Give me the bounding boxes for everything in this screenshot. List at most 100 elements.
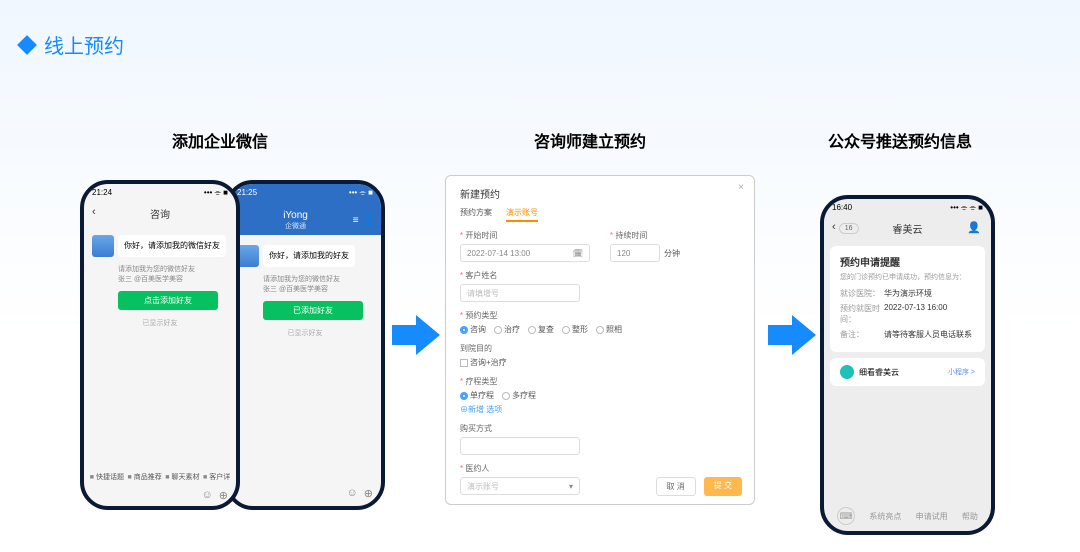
notification-card[interactable]: 预约申请提醒 您的门诊预约已申请成功，预约信息为： 就诊医院：华为演示环境 预约…	[830, 246, 985, 352]
miniprogram-link[interactable]: 细看睿美云 小程序 >	[830, 358, 985, 386]
chat-title: 咨询	[150, 210, 170, 221]
type-treatment[interactable]: 治疗	[494, 324, 520, 335]
purpose-label: 到院目的	[460, 343, 740, 354]
status-signal: ••• ⌯ ⌯ ■	[950, 203, 983, 213]
flow-arrow-icon	[392, 315, 440, 355]
app-header: ‹ iYong 企微通 ≡ 👤	[229, 202, 381, 235]
emoji-icon[interactable]: ☺	[202, 489, 213, 502]
pay-input[interactable]	[460, 437, 580, 455]
doctor-label: 医约人	[460, 463, 740, 474]
bottom-tabs: 快捷话题 商品推荐 聊天素材 客户详	[84, 472, 236, 482]
add-option-link[interactable]: ⊕新增 选项	[460, 404, 740, 415]
start-time-input[interactable]: 2022-07-14 13:00 🗓	[460, 244, 590, 262]
phone-mockup-official-account: 16:40 ••• ⌯ ⌯ ■ ‹ 16 睿美云 👤 预约申请提醒 您的门诊预约…	[820, 195, 995, 535]
contact-note: 请添加我为您的微信好友 张三 @百美医学美容	[118, 265, 228, 285]
added-friend-button[interactable]: 已添加好友	[263, 301, 363, 320]
customer-label: 客户姓名	[460, 270, 740, 281]
phone-mockup-enterprise-wechat: 21:25 ••• ⌯ ■ ‹ iYong 企微通 ≡ 👤 你好，请添加我的好友…	[225, 180, 385, 510]
history-hint: 已显示好友	[237, 328, 373, 338]
miniprogram-logo-icon	[840, 365, 854, 379]
status-time: 21:25	[237, 188, 257, 198]
card-title: 预约申请提醒	[840, 254, 975, 269]
app-subtitle: 企微通	[238, 221, 352, 231]
modal-title: 新建预约	[460, 186, 740, 201]
phone-mockup-wechat-chat: 21:24 ••• ⌯ ■ ‹ 咨询 你好，请添加我的微信好友 请添加我为您的微…	[80, 180, 240, 510]
pay-label: 购买方式	[460, 423, 740, 434]
section-title-row: 线上预约	[20, 30, 124, 59]
modal-tabs: 预约方案 演示账号	[460, 207, 740, 222]
chevron-down-icon: ▾	[569, 482, 573, 491]
purpose-option[interactable]: 咨询+治疗	[460, 357, 507, 368]
step2-title: 咨询师建立预约	[500, 128, 680, 152]
emoji-icon[interactable]: ☺	[347, 487, 358, 500]
chat-body: 你好，请添加我的好友 请添加我为您的微信好友 张三 @百美医学美容 已添加好友 …	[229, 235, 381, 348]
doctor-select[interactable]: 演示账号 ▾	[460, 477, 580, 495]
back-icon[interactable]: ‹	[92, 206, 96, 218]
duration-unit: 分钟	[664, 248, 680, 259]
keyboard-icon[interactable]: ⌨	[837, 507, 855, 525]
add-friend-button[interactable]: 点击添加好友	[118, 291, 218, 310]
close-icon[interactable]: ×	[738, 182, 744, 193]
status-signal: ••• ⌯ ■	[349, 188, 373, 198]
status-time: 16:40	[832, 203, 852, 213]
step3-title: 公众号推送预约信息	[810, 128, 990, 152]
miniprogram-name: 细看睿美云	[859, 367, 899, 378]
menu-trial[interactable]: 申请试用	[916, 511, 948, 522]
card-subtitle: 您的门诊预约已申请成功，预约信息为：	[840, 272, 975, 282]
chat-message: 你好，请添加我的好友	[237, 245, 373, 267]
input-icons: ☺ ⊕	[347, 487, 373, 500]
tab-products[interactable]: 商品推荐	[128, 472, 162, 482]
back-icon[interactable]: ‹ 16	[832, 221, 859, 234]
chat-body: 你好，请添加我的微信好友 请添加我为您的微信好友 张三 @百美医学美容 点击添加…	[84, 225, 236, 338]
diamond-bullet-icon	[17, 35, 37, 55]
duration-label: 持续时间	[610, 230, 740, 241]
avatar-icon	[92, 235, 114, 257]
customer-input[interactable]: 请填增号	[460, 284, 580, 302]
chat-header: ‹ 16 睿美云 👤	[824, 217, 991, 240]
tab-plan[interactable]: 预约方案	[460, 207, 492, 222]
duration-input[interactable]: 120	[610, 244, 660, 262]
create-appointment-modal: × 新建预约 预约方案 演示账号 开始时间 2022-07-14 13:00 🗓…	[445, 175, 755, 505]
phone-status-bar: 16:40 ••• ⌯ ⌯ ■	[824, 199, 991, 217]
menu-help[interactable]: 帮助	[962, 511, 978, 522]
chat-title: 睿美云	[893, 225, 923, 236]
step-multi[interactable]: 多疗程	[502, 390, 536, 401]
type-photo[interactable]: 照相	[596, 324, 622, 335]
calendar-icon: 🗓	[573, 249, 583, 258]
cancel-button[interactable]: 取 消	[656, 477, 696, 496]
type-recheck[interactable]: 复查	[528, 324, 554, 335]
tab-quicktopic[interactable]: 快捷话题	[90, 472, 124, 482]
tab-materials[interactable]: 聊天素材	[165, 472, 199, 482]
chat-message: 你好，请添加我的微信好友	[92, 235, 228, 257]
status-time: 21:24	[92, 188, 112, 198]
chat-bubble: 你好，请添加我的微信好友	[118, 235, 226, 257]
menu-icon[interactable]: ≡	[353, 215, 359, 226]
app-name: iYong	[238, 210, 352, 221]
step-single[interactable]: 单疗程	[460, 390, 494, 401]
plus-icon[interactable]: ⊕	[364, 487, 373, 500]
tab-demo[interactable]: 演示账号	[506, 207, 538, 222]
step-label: 疗程类型	[460, 376, 740, 387]
type-consult[interactable]: 咨询	[460, 324, 486, 335]
type-label: 预约类型	[460, 310, 740, 321]
type-radio-group: 咨询 治疗 复查 整形 照相	[460, 324, 740, 335]
flow-arrow-icon	[768, 315, 816, 355]
plus-icon[interactable]: ⊕	[219, 489, 228, 502]
tab-customer[interactable]: 客户详	[203, 472, 230, 482]
status-signal: ••• ⌯ ■	[204, 188, 228, 198]
step1-title: 添加企业微信	[130, 128, 310, 152]
input-icons: ☺ ⊕	[202, 489, 228, 502]
phone-status-bar: 21:25 ••• ⌯ ■	[229, 184, 381, 202]
section-title: 线上预约	[44, 30, 124, 59]
official-account-menu: ⌨ 系统亮点 申请试用 帮助	[824, 507, 991, 525]
history-hint: 已显示好友	[92, 318, 228, 328]
type-surgery[interactable]: 整形	[562, 324, 588, 335]
menu-highlights[interactable]: 系统亮点	[869, 511, 901, 522]
miniprogram-tag: 小程序 >	[948, 367, 975, 377]
phone-status-bar: 21:24 ••• ⌯ ■	[84, 184, 236, 202]
avatar-icon	[237, 245, 259, 267]
user-icon[interactable]: 👤	[363, 215, 375, 226]
user-icon[interactable]: 👤	[967, 221, 981, 234]
contact-note: 请添加我为您的微信好友 张三 @百美医学美容	[263, 275, 373, 295]
submit-button[interactable]: 提 交	[704, 477, 742, 496]
